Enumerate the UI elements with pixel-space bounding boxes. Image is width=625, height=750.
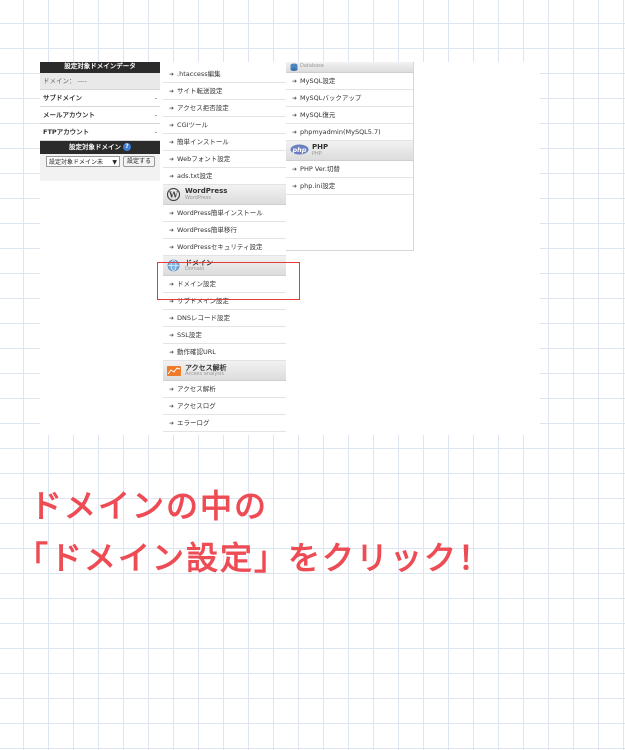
menu-item-easy-install[interactable]: ➜ 簡単インストール — [163, 134, 286, 151]
menu-item-mysql-restore[interactable]: ➜ MySQL復元 — [286, 107, 413, 124]
subdomain-row: サブドメイン - — [40, 90, 160, 107]
server-panel-screenshot: 設定対象ドメインデータ ドメイン： ---- サブドメイン - メールアカウント… — [40, 62, 540, 435]
arrow-icon: ➜ — [169, 227, 175, 234]
domain-settings-highlight — [157, 262, 300, 300]
menu-item-ssl[interactable]: ➜ SSL設定 — [163, 327, 286, 344]
database-icon — [290, 63, 298, 73]
arrow-icon: ➜ — [169, 105, 175, 112]
arrow-icon: ➜ — [292, 112, 298, 119]
arrow-icon: ➜ — [169, 315, 175, 322]
section-database: Database — [286, 62, 413, 73]
menu-column-2: Database ➜ MySQL設定 ➜ MySQLバックアップ ➜ MySQL復元 … — [286, 62, 414, 251]
target-domain-select[interactable]: 設定対象ドメイン未 ▼ — [46, 156, 120, 167]
php-logo-icon: php — [290, 144, 309, 157]
arrow-icon: ➜ — [292, 129, 298, 136]
menu-item-mysql-backup[interactable]: ➜ MySQLバックアップ — [286, 90, 413, 107]
arrow-icon: ➜ — [169, 332, 175, 339]
caption-line-2: 「ドメイン設定」をクリック！ — [16, 539, 493, 577]
arrow-icon: ➜ — [169, 386, 175, 393]
menu-item-wp-easy-install[interactable]: ➜ WordPress簡単インストール — [163, 205, 286, 222]
help-icon[interactable]: ? — [123, 143, 131, 151]
menu-item-dns-record[interactable]: ➜ DNSレコード設定 — [163, 310, 286, 327]
menu-item-wp-migrate[interactable]: ➜ WordPress簡単移行 — [163, 222, 286, 239]
target-domain-title: 設定対象ドメイン? — [40, 141, 160, 154]
instruction-caption: ドメインの中の 「ドメイン設定」をクリック！ — [16, 480, 492, 584]
arrow-icon: ➜ — [169, 139, 175, 146]
section-access-analysis: アクセス解析 Access analysis — [163, 361, 286, 381]
menu-item-phpmyadmin[interactable]: ➜ phpmyadmin(MySQL5.7) — [286, 124, 413, 141]
svg-text:W: W — [168, 189, 179, 199]
arrow-icon: ➜ — [169, 88, 175, 95]
section-wordpress: W WordPress WordPress — [163, 185, 286, 205]
arrow-icon: ➜ — [292, 78, 298, 85]
arrow-icon: ➜ — [292, 95, 298, 102]
menu-item-error-log[interactable]: ➜ エラーログ — [163, 415, 286, 432]
menu-item-web-font[interactable]: ➜ Webフォント設定 — [163, 151, 286, 168]
arrow-icon: ➜ — [169, 420, 175, 427]
section-php: php PHP PHP — [286, 141, 413, 161]
mail-account-row: メールアカウント - — [40, 107, 160, 124]
menu-item-htaccess[interactable]: ➜ .htaccess編集 — [163, 66, 286, 83]
menu-item-php-ini[interactable]: ➜ php.ini設定 — [286, 178, 413, 195]
menu-item-test-url[interactable]: ➜ 動作確認URL — [163, 344, 286, 361]
arrow-icon: ➜ — [169, 156, 175, 163]
arrow-icon: ➜ — [292, 183, 298, 190]
arrow-icon: ➜ — [169, 71, 175, 78]
arrow-icon: ➜ — [169, 122, 175, 129]
domain-row: ドメイン： ---- — [40, 73, 160, 90]
svg-text:php: php — [292, 146, 307, 154]
chevron-down-icon: ▼ — [112, 159, 117, 166]
menu-column-1: ➜ .htaccess編集 ➜ サイト転送設定 ➜ アクセス拒否設定 ➜ CGIツール … — [163, 62, 286, 432]
chart-icon — [167, 364, 181, 379]
arrow-icon: ➜ — [169, 173, 175, 180]
menu-item-wp-security[interactable]: ➜ WordPressセキュリティ設定 — [163, 239, 286, 256]
arrow-icon: ➜ — [169, 244, 175, 251]
caption-line-1: ドメインの中の — [30, 487, 269, 525]
menu-item-ads-txt[interactable]: ➜ ads.txt設定 — [163, 168, 286, 185]
menu-item-access-analysis[interactable]: ➜ アクセス解析 — [163, 381, 286, 398]
arrow-icon: ➜ — [169, 403, 175, 410]
set-domain-button[interactable]: 設定する — [123, 156, 155, 167]
menu-item-php-version[interactable]: ➜ PHP Ver.切替 — [286, 161, 413, 178]
arrow-icon: ➜ — [169, 349, 175, 356]
ftp-account-row: FTPアカウント - — [40, 124, 160, 141]
wordpress-icon: W — [166, 187, 181, 203]
menu-item-site-redirect[interactable]: ➜ サイト転送設定 — [163, 83, 286, 100]
menu-item-mysql-settings[interactable]: ➜ MySQL設定 — [286, 73, 413, 90]
menu-item-cgi-tool[interactable]: ➜ CGIツール — [163, 117, 286, 134]
target-domain-data-title: 設定対象ドメインデータ — [40, 62, 160, 73]
menu-item-access-deny[interactable]: ➜ アクセス拒否設定 — [163, 100, 286, 117]
menu-item-access-log[interactable]: ➜ アクセスログ — [163, 398, 286, 415]
arrow-icon: ➜ — [292, 166, 298, 173]
arrow-icon: ➜ — [169, 210, 175, 217]
